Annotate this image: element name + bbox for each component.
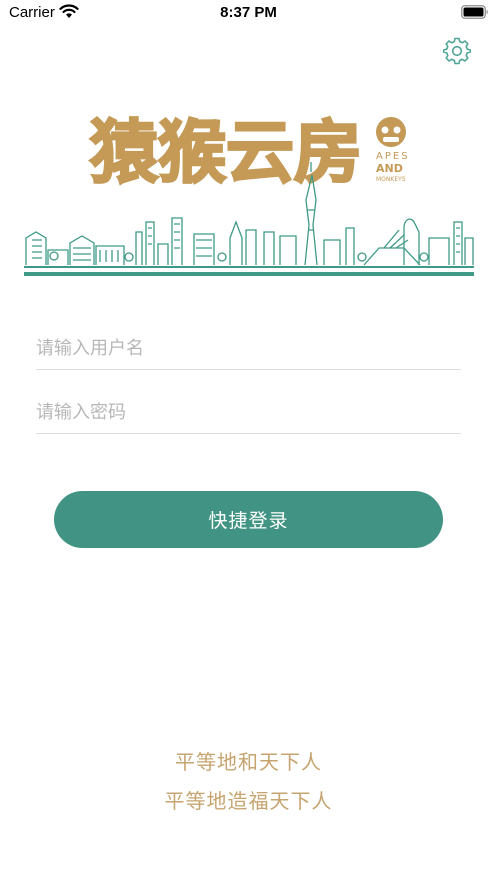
quick-login-button[interactable]: 快捷登录	[54, 491, 443, 548]
slogan-line-1: 平等地和天下人	[175, 750, 322, 774]
logo-english-and: AND	[376, 162, 403, 175]
password-input[interactable]	[36, 394, 461, 430]
username-field[interactable]	[36, 330, 461, 370]
status-time: 8:37 PM	[220, 4, 277, 21]
status-bar: Carrier 8:37 PM	[0, 0, 497, 26]
quick-login-label: 快捷登录	[208, 510, 289, 532]
app-logo: 猿猴云房 APES AND MONKEYS	[24, 113, 474, 276]
ape-face-icon	[376, 117, 406, 147]
gear-icon[interactable]	[443, 37, 471, 65]
username-input[interactable]	[36, 330, 461, 366]
logo-english-apes: APES	[376, 151, 410, 162]
battery-icon	[461, 5, 488, 19]
password-underline	[36, 433, 461, 434]
password-field[interactable]	[36, 394, 461, 434]
username-underline	[36, 369, 461, 370]
logo-chinese-text: 猿猴云房	[90, 114, 362, 193]
logo-english-monkeys: MONKEYS	[376, 176, 406, 183]
slogan-line-2: 平等地造福天下人	[164, 789, 333, 813]
